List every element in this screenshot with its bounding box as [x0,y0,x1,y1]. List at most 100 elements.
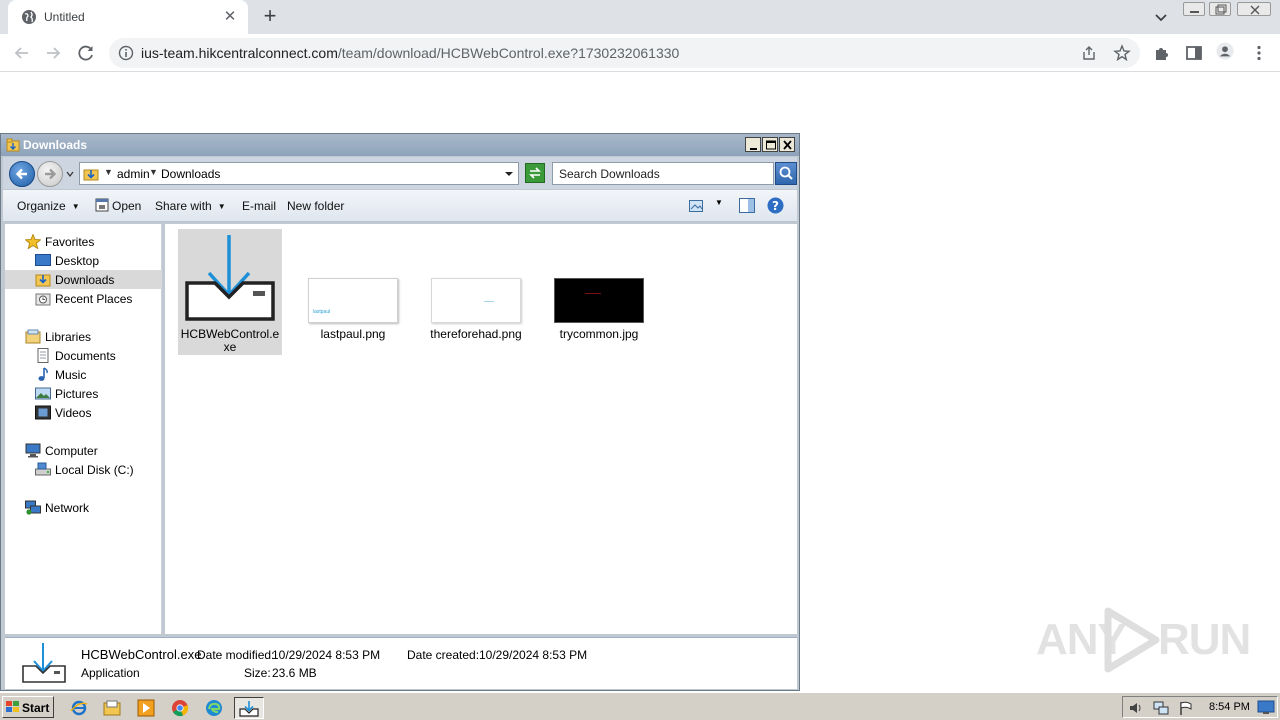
chevron-down-icon[interactable] [1152,8,1170,26]
volume-icon[interactable] [1128,700,1144,716]
nav-libraries[interactable]: Libraries [5,327,162,346]
nav-label: Favorites [45,235,95,249]
browser-tab[interactable]: Untitled ✕ [8,0,248,34]
file-item-lastpaul[interactable]: lastpaul lastpaul.png [301,229,405,355]
share-with-label: Share with [155,199,212,213]
address-dropdown-icon[interactable] [504,169,514,179]
explorer-title-bar[interactable]: Downloads [1,134,799,156]
taskbar-downloads-window[interactable] [234,697,264,719]
edge-icon [206,700,222,716]
side-panel-icon[interactable] [1185,44,1203,62]
open-button[interactable]: Open [112,199,141,213]
maximize-button[interactable] [762,137,778,152]
nav-local-disk[interactable]: Local Disk (C:) [5,460,162,479]
nav-pictures[interactable]: Pictures [5,384,162,403]
breadcrumb-separator-icon[interactable]: ▼ [149,167,158,177]
email-button[interactable]: E-mail [242,199,276,213]
media-player-icon [137,699,155,717]
reload-icon[interactable] [75,42,97,64]
nav-desktop[interactable]: Desktop [5,251,162,270]
watermark-text-right: RUN [1158,615,1251,664]
open-app-icon[interactable] [95,198,109,212]
recent-pages-chevron-icon[interactable] [65,169,75,179]
breadcrumb-downloads[interactable]: Downloads [161,167,220,181]
share-with-button[interactable]: Share with ▼ [155,199,226,213]
organize-button[interactable]: Organize ▼ [17,199,80,213]
action-center-flag-icon[interactable] [1178,700,1194,716]
info-icon[interactable] [118,45,134,61]
new-tab-button[interactable]: + [259,5,281,28]
close-tab-icon[interactable]: ✕ [222,9,238,25]
taskbar-file-explorer[interactable] [100,697,124,719]
minimize-window-button[interactable] [1183,2,1205,16]
restore-window-button[interactable] [1209,2,1231,16]
image-thumbnail [431,278,521,323]
change-view-icon[interactable] [689,200,703,212]
libraries-icon [25,329,41,344]
url-path: /team/download/HCBWebControl.exe?1730232… [337,45,680,61]
download-installer-icon [22,643,66,683]
browser-tab-strip: Untitled ✕ + [0,0,1280,34]
share-icon[interactable] [1081,45,1097,61]
show-desktop-icon[interactable] [1257,699,1275,715]
profile-avatar-icon[interactable] [1216,42,1234,60]
date-modified-value: 10/29/2024 8:53 PM [272,648,381,662]
new-folder-button[interactable]: New folder [287,199,344,213]
back-button[interactable] [9,161,35,187]
bookmark-star-icon[interactable] [1113,44,1131,62]
nav-recent-places[interactable]: Recent Places [5,289,162,308]
clock[interactable]: 8:54 PM [1209,701,1250,713]
nav-videos[interactable]: Videos [5,403,162,422]
system-tray: 8:54 PM [1122,696,1278,718]
preview-pane-icon[interactable] [739,198,755,213]
breadcrumb-separator-icon[interactable]: ▼ [104,167,113,177]
back-arrow-icon[interactable] [11,42,33,64]
search-placeholder: Search Downloads [559,167,660,181]
local-disk-icon [35,462,51,476]
nav-computer[interactable]: Computer [5,441,162,460]
taskbar-chrome[interactable] [168,697,192,719]
command-bar: Organize ▼ Open Share with ▼ E-mail New fo… [3,190,797,222]
help-icon[interactable]: ? [767,197,784,214]
search-input[interactable]: Search Downloads [552,162,774,185]
start-button[interactable]: Start [2,696,54,718]
network-status-icon[interactable] [1153,700,1169,716]
taskbar-media-player[interactable] [134,697,158,719]
extensions-icon[interactable] [1153,44,1171,62]
breadcrumb[interactable]: ▼ admin ▼ Downloads [79,162,519,185]
more-menu-icon[interactable] [1250,44,1268,62]
file-name: HCBWebControl.exe [180,327,280,354]
nav-label: Downloads [55,273,115,287]
date-modified-label: Date modified: [197,648,275,662]
refresh-icon [529,167,541,179]
file-name: trycommon.jpg [559,327,639,341]
play-logo-icon [1104,607,1160,673]
address-bar[interactable]: ius-team.hikcentralconnect.com/team/down… [109,38,1140,68]
forward-arrow-icon[interactable] [42,42,64,64]
url-domain: ius-team.hikcentralconnect.com [141,45,338,61]
breadcrumb-admin[interactable]: admin [117,167,150,181]
nav-favorites[interactable]: Favorites [5,232,162,251]
taskbar-internet-explorer[interactable] [67,697,91,719]
nav-documents[interactable]: Documents [5,346,162,365]
refresh-button[interactable] [525,163,545,183]
nav-music[interactable]: Music [5,365,162,384]
folder-icon [6,138,20,152]
search-button[interactable] [775,162,797,185]
nav-network[interactable]: Network [5,498,162,517]
recent-places-icon [35,293,51,306]
close-window-button[interactable] [1237,2,1271,16]
videos-icon [35,405,51,420]
close-button[interactable] [779,137,795,152]
file-item-trycommon[interactable]: trycommon.jpg [547,229,651,355]
file-item-hcbwebcontrol[interactable]: HCBWebControl.exe [178,229,282,355]
file-list: HCBWebControl.exe lastpaul lastpaul.png … [165,224,797,634]
taskbar-edge[interactable] [202,697,226,719]
file-item-thereforehad[interactable]: thereforehad.png [424,229,528,355]
chrome-icon [172,700,189,717]
desktop-icon [35,254,51,266]
view-options-dropdown-icon[interactable]: ▼ [715,198,723,207]
minimize-button[interactable] [745,137,761,152]
forward-button[interactable] [37,161,63,187]
nav-downloads[interactable]: Downloads [5,270,162,289]
